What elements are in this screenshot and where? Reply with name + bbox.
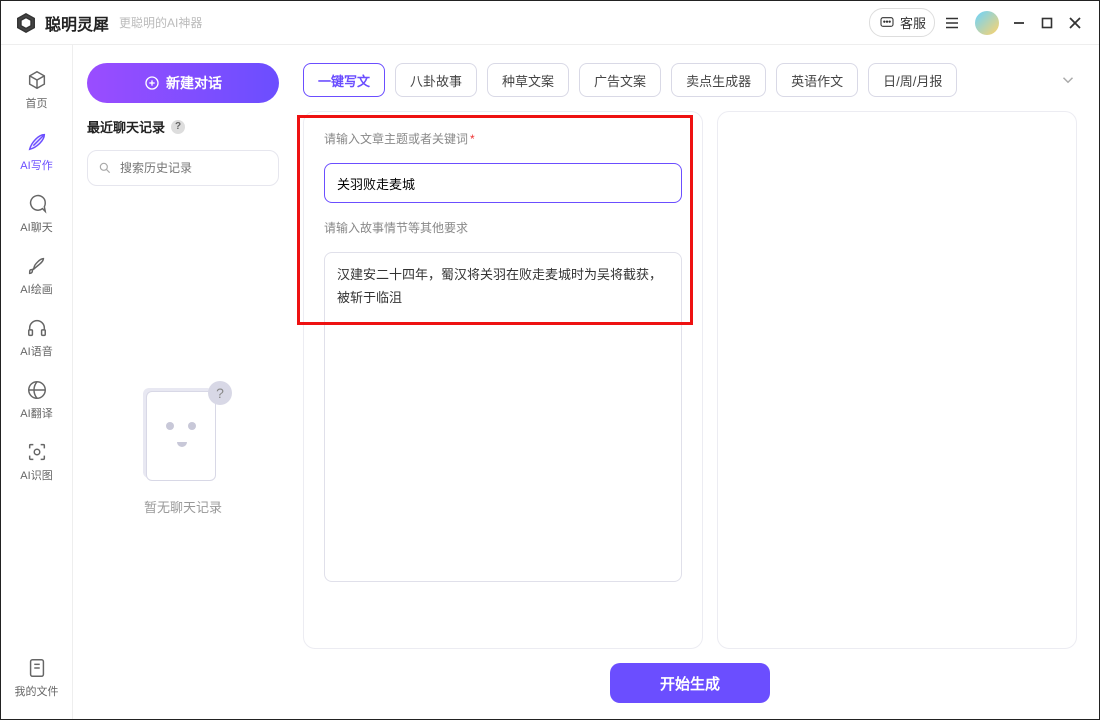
app-tagline: 更聪明的AI神器	[119, 14, 202, 31]
chat-bubble-icon	[878, 14, 896, 32]
tab-gossip-story[interactable]: 八卦故事	[395, 63, 477, 97]
speech-icon	[26, 193, 48, 215]
rail-item-translate[interactable]: AI翻译	[1, 369, 73, 431]
support-button[interactable]: 客服	[869, 8, 935, 37]
help-icon[interactable]: ?	[171, 120, 185, 134]
tabs-expand-button[interactable]	[1059, 71, 1077, 89]
history-column: 新建对话 最近聊天记录 ? ? 暂无聊天记录	[73, 45, 293, 719]
topic-input[interactable]	[324, 163, 682, 203]
window-close-button[interactable]	[1061, 9, 1089, 37]
side-rail: 首页 AI写作 AI聊天 AI绘画 AI语音 AI翻译 AI识图 我	[1, 45, 73, 719]
rail-item-voice[interactable]: AI语音	[1, 307, 73, 369]
rail-label: AI翻译	[20, 405, 52, 421]
empty-label: 暂无聊天记录	[144, 497, 222, 516]
rail-label: 我的文件	[15, 683, 59, 699]
rail-item-home[interactable]: 首页	[1, 59, 73, 121]
topic-label: 请输入文章主题或者关键词*	[324, 130, 682, 147]
hamburger-icon	[943, 14, 961, 32]
new-chat-button[interactable]: 新建对话	[87, 63, 279, 103]
brush-icon	[26, 255, 48, 277]
details-label: 请输入故事情节等其他要求	[324, 219, 682, 236]
cube-icon	[26, 69, 48, 91]
main-area: 一键写文 八卦故事 种草文案 广告文案 卖点生成器 英语作文 日/周/月报 请输…	[293, 45, 1099, 719]
window-maximize-button[interactable]	[1033, 9, 1061, 37]
input-form-pane: 请输入文章主题或者关键词* 请输入故事情节等其他要求	[303, 111, 703, 649]
tab-seed-copy[interactable]: 种草文案	[487, 63, 569, 97]
new-chat-label: 新建对话	[166, 73, 222, 93]
chevron-down-icon	[1059, 71, 1077, 89]
tab-english-essay[interactable]: 英语作文	[776, 63, 858, 97]
minimize-icon	[1012, 16, 1026, 30]
recent-title: 最近聊天记录	[87, 117, 165, 136]
document-icon	[26, 657, 48, 679]
user-avatar[interactable]	[975, 11, 999, 35]
app-title: 聪明灵犀	[45, 11, 109, 35]
generate-label: 开始生成	[660, 673, 720, 694]
rail-label: AI写作	[20, 157, 52, 173]
template-tabs: 一键写文 八卦故事 种草文案 广告文案 卖点生成器 英语作文 日/周/月报	[303, 63, 1077, 97]
required-marker: *	[470, 132, 475, 146]
tab-selling-points[interactable]: 卖点生成器	[671, 63, 766, 97]
rail-label: AI聊天	[20, 219, 52, 235]
plus-circle-icon	[144, 75, 160, 91]
rail-label: AI识图	[20, 467, 52, 483]
history-search[interactable]	[87, 150, 279, 186]
window-minimize-button[interactable]	[1005, 9, 1033, 37]
search-icon	[98, 161, 112, 175]
maximize-icon	[1041, 17, 1053, 29]
details-textarea[interactable]	[324, 252, 682, 582]
close-icon	[1068, 16, 1082, 30]
empty-illustration-icon: ?	[138, 385, 228, 485]
history-search-input[interactable]	[120, 161, 275, 175]
rail-label: AI绘画	[20, 281, 52, 297]
tab-ad-copy[interactable]: 广告文案	[579, 63, 661, 97]
recent-history-header: 最近聊天记录 ?	[87, 117, 279, 136]
rail-item-chat[interactable]: AI聊天	[1, 183, 73, 245]
history-empty-state: ? 暂无聊天记录	[87, 200, 279, 701]
generate-button[interactable]: 开始生成	[610, 663, 770, 703]
rail-label: AI语音	[20, 343, 52, 359]
scan-icon	[26, 441, 48, 463]
rail-item-vision[interactable]: AI识图	[1, 431, 73, 493]
translate-icon	[26, 379, 48, 401]
titlebar: 聪明灵犀 更聪明的AI神器 客服	[1, 1, 1099, 45]
output-pane	[717, 111, 1077, 649]
rail-item-write[interactable]: AI写作	[1, 121, 73, 183]
feather-icon	[26, 131, 48, 153]
tab-report[interactable]: 日/周/月报	[868, 63, 957, 97]
rail-item-draw[interactable]: AI绘画	[1, 245, 73, 307]
support-label: 客服	[900, 13, 926, 32]
tab-quick-write[interactable]: 一键写文	[303, 63, 385, 97]
menu-button[interactable]	[935, 10, 969, 36]
rail-label: 首页	[26, 95, 48, 111]
rail-item-files[interactable]: 我的文件	[1, 647, 73, 709]
headphones-icon	[26, 317, 48, 339]
app-logo-icon	[15, 12, 37, 34]
